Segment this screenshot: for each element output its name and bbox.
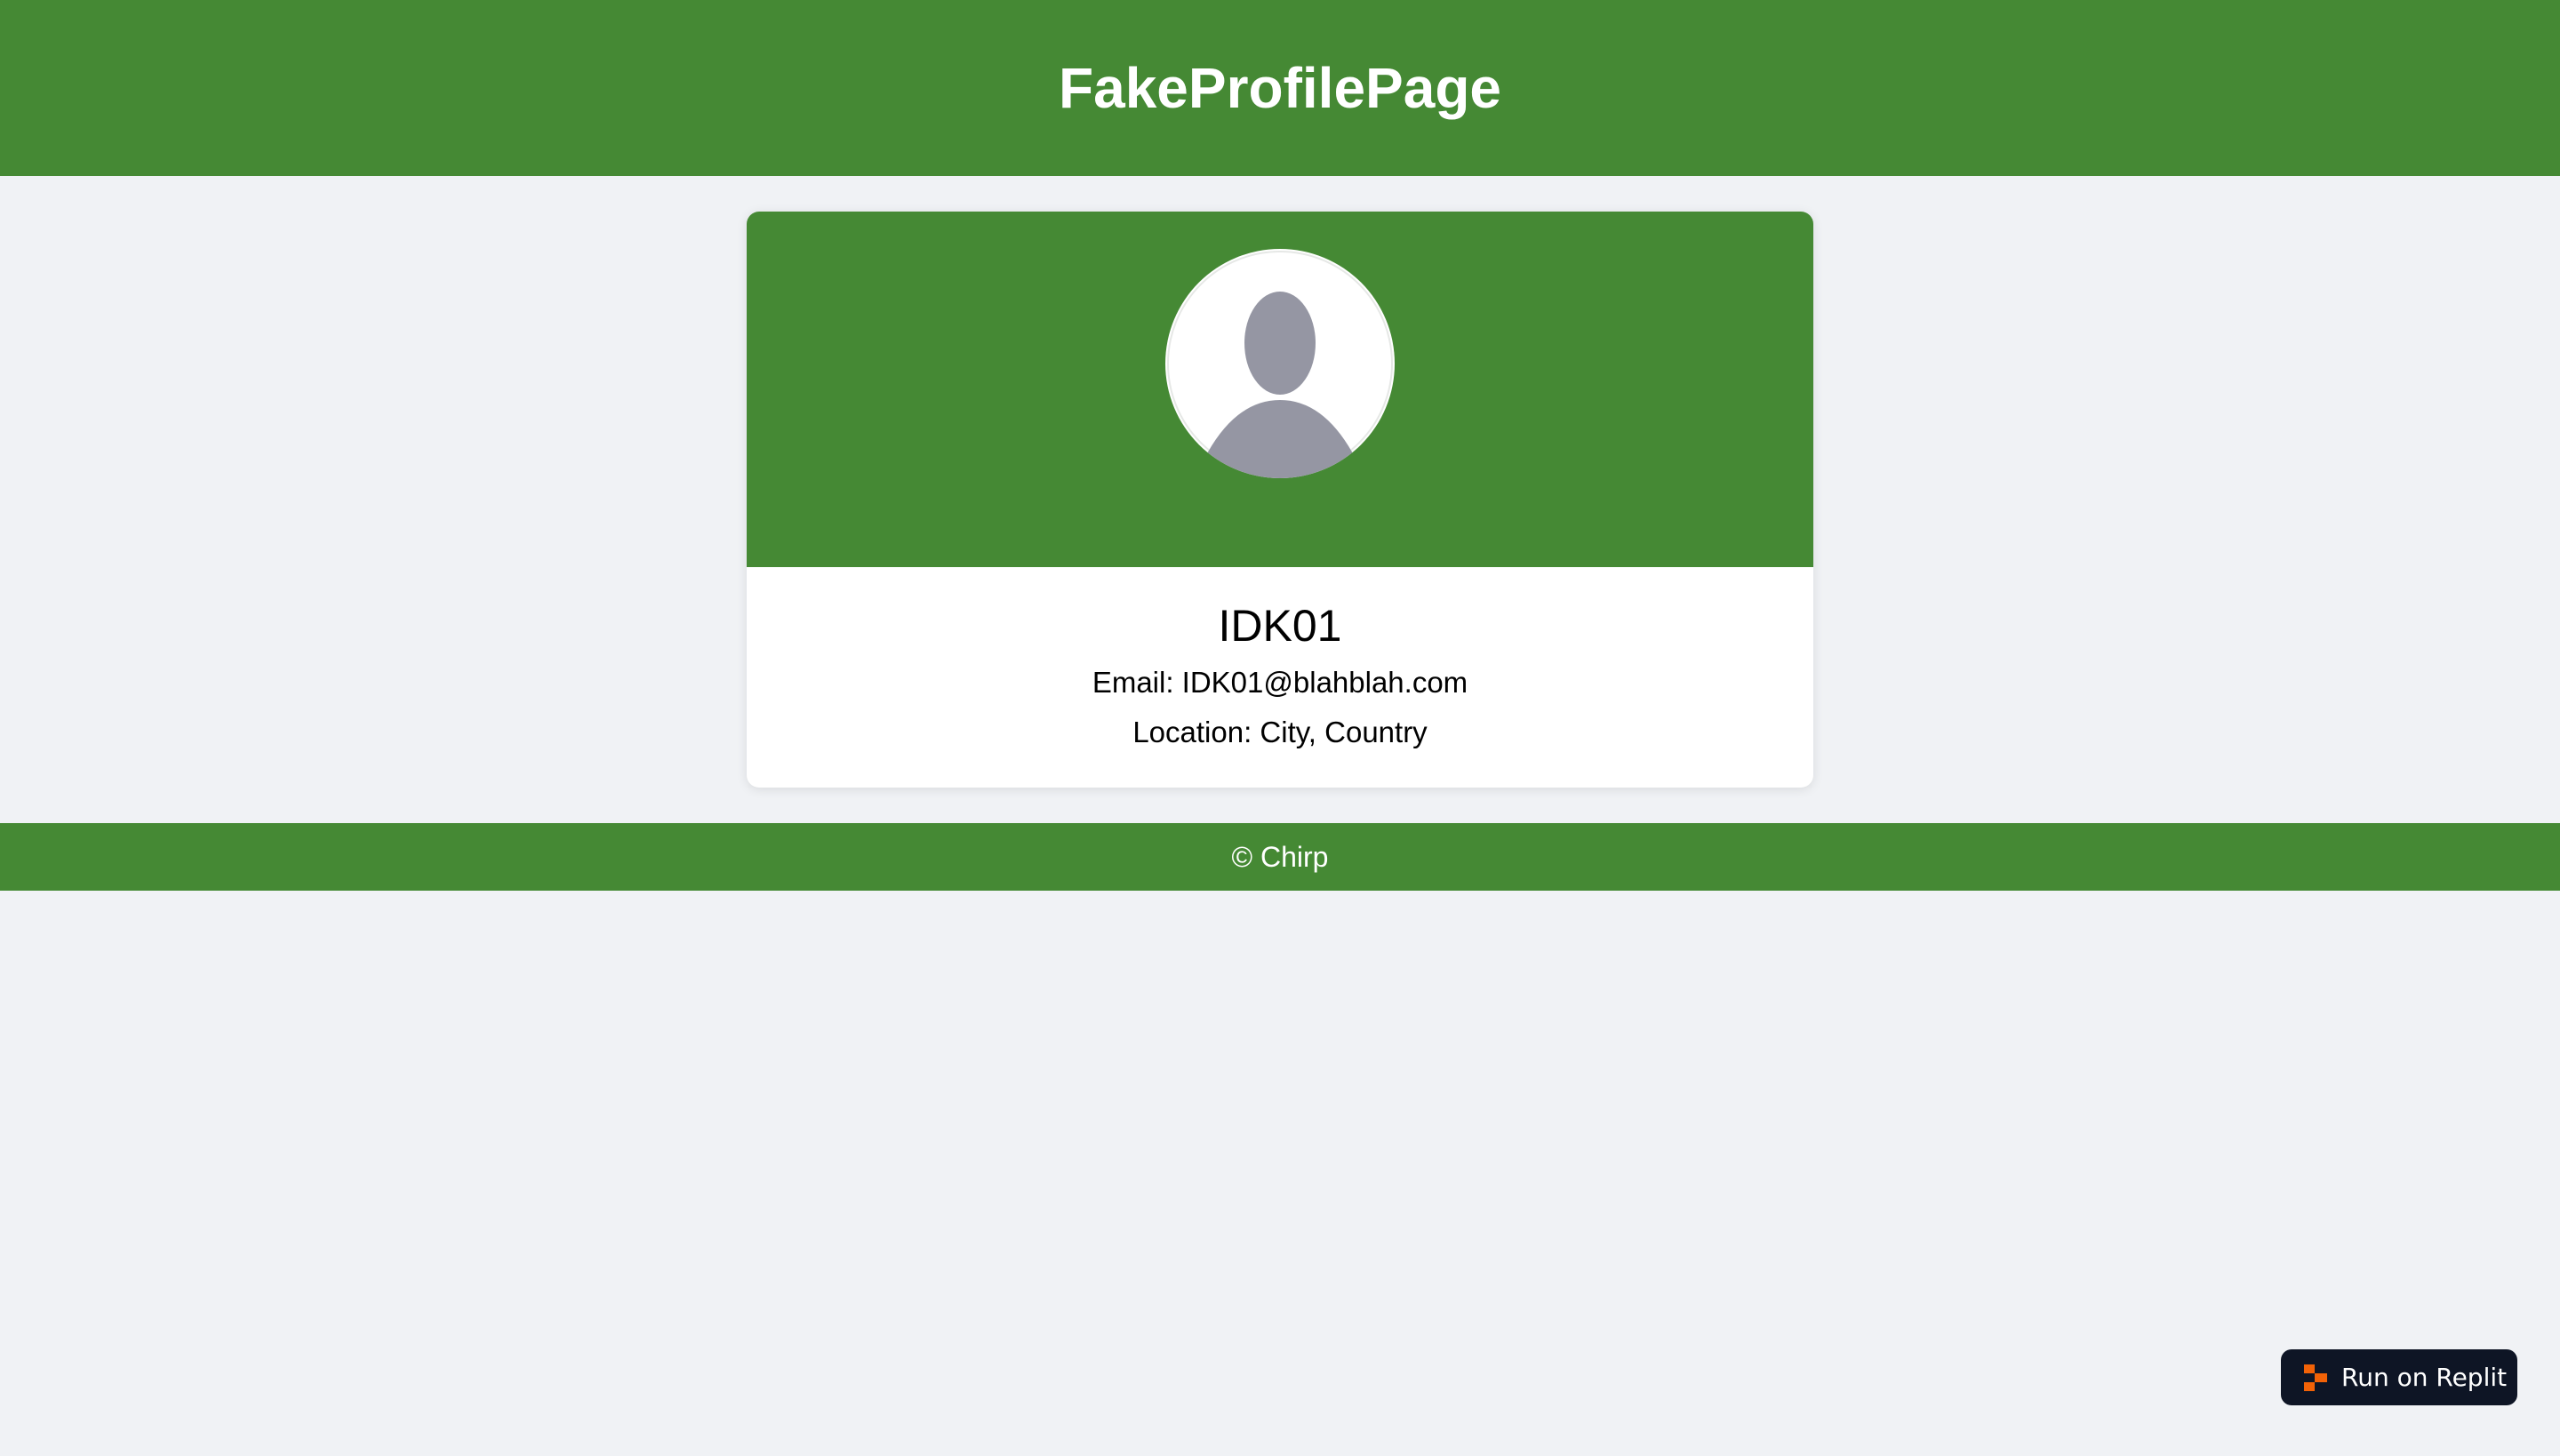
run-on-replit-label: Run on Replit [2341,1363,2508,1392]
profile-email: Email: IDK01@blahblah.com [1092,666,1468,699]
profile-username: IDK01 [1218,601,1342,651]
replit-logo-icon [2304,1364,2327,1391]
profile-info: IDK01 Email: IDK01@blahblah.com Location… [747,567,1813,788]
page-title: FakeProfilePage [1059,56,1501,120]
profile-banner [747,212,1813,567]
site-footer: © Chirp [0,823,2560,891]
footer-copyright: © Chirp [1231,840,1329,873]
avatar [1165,249,1395,478]
run-on-replit-button[interactable]: Run on Replit [2281,1349,2517,1405]
profile-card: IDK01 Email: IDK01@blahblah.com Location… [747,212,1813,788]
site-header: FakeProfilePage [0,0,2560,176]
default-user-avatar-icon [1167,251,1393,478]
profile-location: Location: City, Country [1132,716,1428,748]
